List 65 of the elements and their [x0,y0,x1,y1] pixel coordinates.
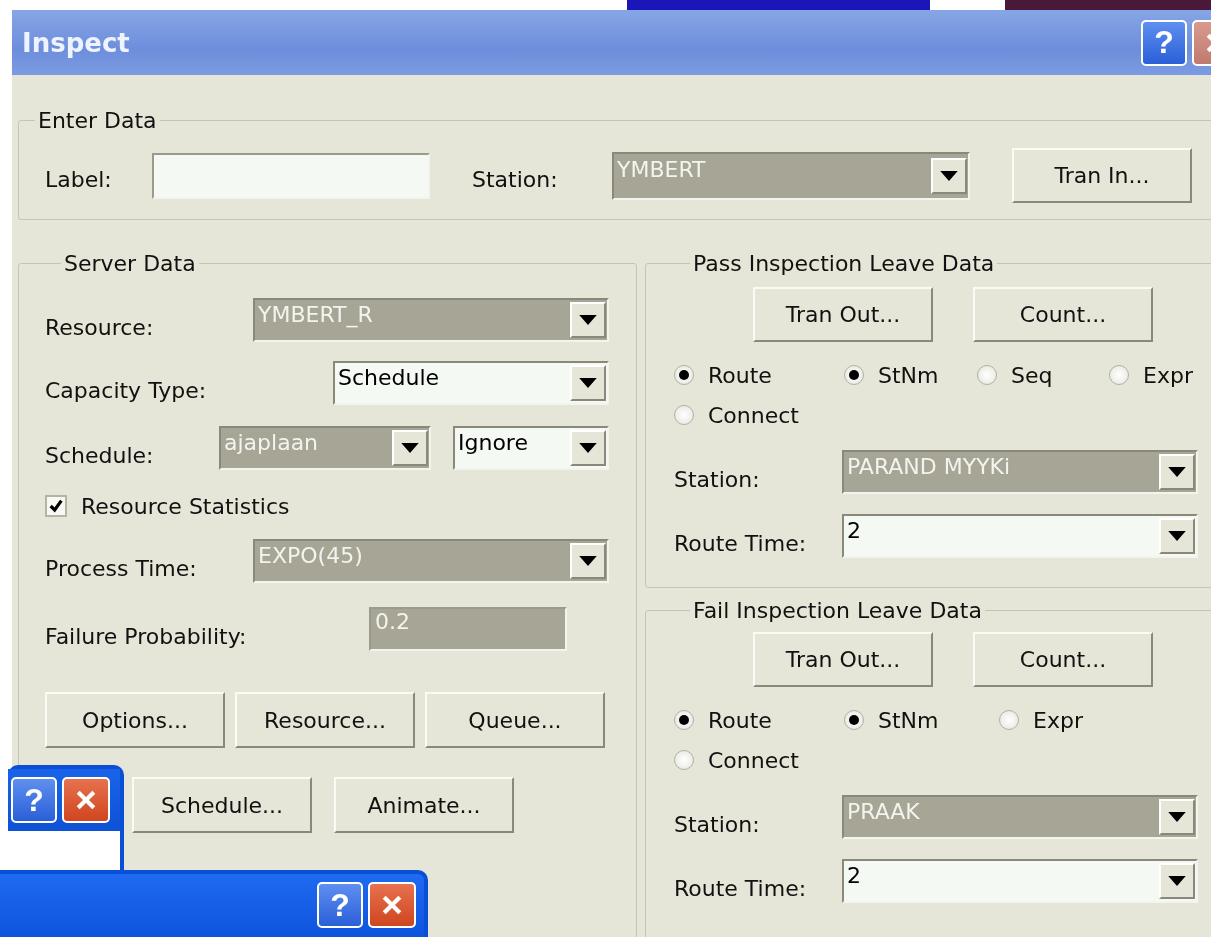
caret-icon [392,430,428,466]
radio-button[interactable] [674,405,694,425]
help-button[interactable]: ? [1141,19,1187,66]
route-time-dropdown[interactable]: 2 [842,514,1198,558]
field-label: Failure Probability: [45,622,248,649]
radio-label: StNm [878,707,939,733]
dialog-button[interactable]: Schedule... [132,777,312,833]
label-input[interactable] [152,152,430,199]
dialog-button[interactable]: Options... [45,692,225,748]
field-label: Resource: [45,313,155,340]
tran-in-button[interactable]: Tran In... [1012,148,1192,203]
dialog-button[interactable]: Resource... [235,692,415,748]
help-button[interactable]: ? [11,777,57,823]
field-label: Process Time: [45,554,198,581]
radio-button[interactable] [674,710,694,730]
radio-button[interactable] [844,710,864,730]
dialog-button[interactable]: Count... [973,632,1153,687]
help-button[interactable]: ? [317,882,363,928]
close-button[interactable] [62,777,110,823]
field-label: Capacity Type: [45,376,208,403]
radio-button[interactable] [977,365,997,385]
field-label: Station: [674,810,761,837]
radio-label: Route [708,707,772,733]
checkbox[interactable] [45,495,67,517]
caret-icon [570,543,606,579]
dialog-button[interactable]: Count... [973,287,1153,342]
dialog-button[interactable]: Tran Out... [753,632,933,687]
group-title: Fail Inspection Leave Data [692,598,983,623]
route-time-dropdown[interactable]: 2 [842,859,1198,903]
caret-icon [570,365,606,401]
radio-button[interactable] [1109,365,1129,385]
radio-label: StNm [878,362,939,388]
dialog-button[interactable]: Queue... [425,692,605,748]
field-label: Schedule: [45,441,155,468]
field-label: Route Time: [674,874,808,901]
radio-label: Connect [708,402,799,428]
checkbox-label: Resource Statistics [81,493,290,519]
caret-icon [1159,863,1195,899]
field-label: Station: [674,465,761,492]
radio-button[interactable] [674,365,694,385]
group-title: Server Data [63,251,197,276]
caret-icon [1159,454,1195,490]
window-title: Inspect [22,27,131,58]
caret-icon [1159,799,1195,835]
radio-label: Route [708,362,772,388]
close-button[interactable] [368,882,416,928]
dialog-button[interactable]: Animate... [334,777,514,833]
group-title: Enter Data [37,108,158,133]
caret-icon [570,302,606,338]
caret-icon [1159,518,1195,554]
field-label: Route Time: [674,529,808,556]
radio-label: Seq [1011,362,1053,388]
dialog-button[interactable]: Tran Out... [753,287,933,342]
radio-label: Expr [1033,707,1083,733]
radio-label: Connect [708,747,799,773]
radio-label: Expr [1143,362,1193,388]
caret-icon [570,430,606,466]
caret-icon [931,157,967,194]
radio-button[interactable] [999,710,1019,730]
capacity-type-dropdown[interactable]: Schedule [333,361,609,405]
radio-button[interactable] [844,365,864,385]
field-label: Label: [45,166,113,192]
radio-button[interactable] [674,750,694,770]
field-label: Station: [472,166,559,192]
group-title: Pass Inspection Leave Data [692,251,996,276]
